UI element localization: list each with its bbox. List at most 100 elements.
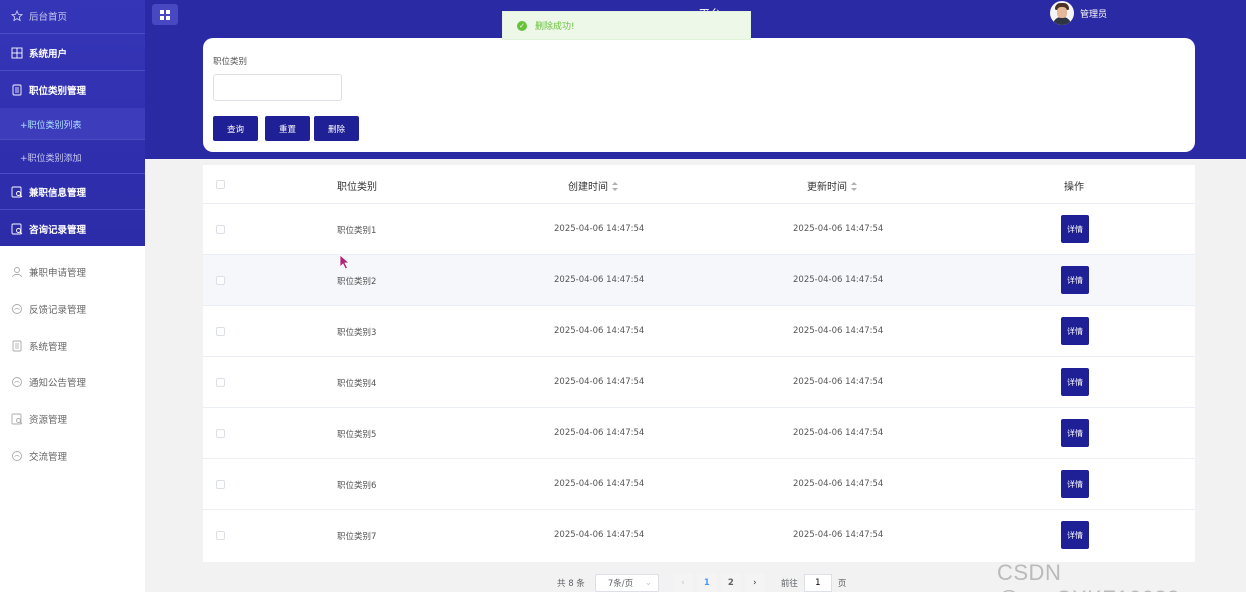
detail-button[interactable]: 详情	[1061, 368, 1089, 396]
sidebar-item-system-users[interactable]: 系统用户	[0, 34, 145, 71]
created-time: 2025-04-06 14:47:54	[554, 275, 645, 285]
user-menu[interactable]: 管理员	[1050, 1, 1107, 25]
goto-page-input[interactable]	[803, 574, 832, 592]
sidebar-item-exchange[interactable]: 交流管理	[0, 437, 145, 474]
table-row: 职位类别6 2025-04-06 14:47:54 2025-04-06 14:…	[203, 459, 1195, 510]
created-time: 2025-04-06 14:47:54	[554, 377, 645, 387]
menu-toggle-button[interactable]	[152, 4, 178, 25]
sidebar-subitem-category-list[interactable]: +职位类别列表	[0, 108, 145, 140]
table-row: 职位类别7 2025-04-06 14:47:54 2025-04-06 14:…	[203, 510, 1195, 561]
column-header-created[interactable]: 创建时间	[568, 178, 618, 193]
goto-label: 前往	[780, 579, 798, 589]
success-toast: ✓ 删除成功!	[502, 11, 751, 40]
sidebar-item-feedback[interactable]: 反馈记录管理	[0, 290, 145, 327]
row-checkbox[interactable]	[216, 327, 225, 336]
updated-time: 2025-04-06 14:47:54	[793, 479, 884, 489]
user-name: 管理员	[1080, 9, 1108, 20]
sidebar-item-label: 兼职申请管理	[29, 267, 87, 279]
updated-time: 2025-04-06 14:47:54	[793, 275, 884, 285]
sidebar-item-consult-records[interactable]: 咨询记录管理	[0, 210, 145, 247]
chat-icon	[11, 376, 23, 388]
detail-button[interactable]: 详情	[1061, 419, 1089, 447]
sidebar-subitem-category-add[interactable]: +职位类别添加	[0, 141, 145, 173]
row-checkbox[interactable]	[216, 225, 225, 234]
total-count: 共 8 条	[557, 579, 585, 589]
created-time: 2025-04-06 14:47:54	[554, 530, 645, 540]
file-search-icon	[11, 413, 23, 425]
sidebar-item-label: 咨询记录管理	[29, 224, 87, 236]
sort-icon[interactable]	[851, 182, 857, 192]
updated-time: 2025-04-06 14:47:54	[793, 377, 884, 387]
detail-button[interactable]: 详情	[1061, 470, 1089, 498]
sidebar-item-job-category[interactable]: 职位类别管理	[0, 71, 145, 108]
row-checkbox[interactable]	[216, 531, 225, 540]
divider	[0, 139, 145, 140]
row-checkbox[interactable]	[216, 378, 225, 387]
next-page-button[interactable]: ›	[744, 574, 765, 592]
detail-button[interactable]: 详情	[1061, 266, 1089, 294]
sidebar-item-label: 兼职信息管理	[29, 187, 87, 199]
sidebar-item-label: 系统用户	[29, 48, 68, 60]
table-header: 职位类别 创建时间 更新时间 操作	[203, 165, 1195, 204]
sidebar-item-home[interactable]: 后台首页	[0, 0, 145, 34]
row-checkbox[interactable]	[216, 276, 225, 285]
category-name: 职位类别2	[337, 277, 377, 287]
pagination: 共 8 条 7条/页 ⌄ ‹ 1 2 › 前往 页	[557, 574, 846, 592]
check-circle-icon: ✓	[517, 20, 527, 31]
table-row: 职位类别4 2025-04-06 14:47:54 2025-04-06 14:…	[203, 357, 1195, 408]
search-label: 职位类别	[213, 57, 248, 67]
chevron-down-icon: ⌄	[644, 578, 652, 588]
detail-button[interactable]: 详情	[1061, 215, 1089, 243]
document-icon	[11, 340, 23, 352]
reset-button[interactable]: 重置	[265, 116, 310, 141]
goto-page: 前往 页	[780, 574, 847, 592]
table-row: 职位类别5 2025-04-06 14:47:54 2025-04-06 14:…	[203, 408, 1195, 459]
sort-icon[interactable]	[612, 182, 618, 192]
sidebar-item-resources[interactable]: 资源管理	[0, 400, 145, 437]
page-number-button[interactable]: 1	[696, 574, 717, 592]
sidebar-item-label: 后台首页	[29, 11, 68, 23]
sidebar-item-system[interactable]: 系统管理	[0, 327, 145, 364]
document-icon	[11, 84, 23, 96]
chat-icon	[11, 303, 23, 315]
prev-page-button[interactable]: ‹	[672, 574, 693, 592]
sidebar-item-label: +职位类别列表	[20, 120, 82, 131]
column-label: 更新时间	[807, 182, 847, 193]
file-search-icon	[11, 186, 23, 198]
file-search-icon	[11, 223, 23, 235]
sidebar-item-parttime-info[interactable]: 兼职信息管理	[0, 173, 145, 210]
detail-button[interactable]: 详情	[1061, 521, 1089, 549]
page-size-select[interactable]: 7条/页 ⌄	[594, 574, 659, 592]
category-name: 职位类别1	[337, 226, 377, 236]
column-header-actions: 操作	[1064, 182, 1084, 193]
category-name: 职位类别6	[337, 481, 377, 491]
page-number-button[interactable]: 2	[720, 574, 741, 592]
select-all-checkbox[interactable]	[216, 180, 225, 189]
category-name: 职位类别5	[337, 430, 377, 440]
row-checkbox[interactable]	[216, 480, 225, 489]
sidebar-item-label: 系统管理	[29, 341, 68, 353]
created-time: 2025-04-06 14:47:54	[554, 326, 645, 336]
watermark: CSDN @vx_CXKF10088	[997, 560, 1179, 592]
job-category-search-input[interactable]	[213, 74, 342, 101]
delete-button[interactable]: 删除	[314, 116, 359, 141]
mouse-cursor-icon	[339, 254, 351, 270]
sidebar-item-label: 资源管理	[29, 414, 68, 426]
search-panel: 职位类别 查询 重置 删除	[203, 38, 1195, 152]
page-suffix: 页	[837, 579, 847, 589]
query-button[interactable]: 查询	[213, 116, 258, 141]
sidebar-item-applications[interactable]: 兼职申请管理	[0, 253, 145, 290]
sidebar-item-notices[interactable]: 通知公告管理	[0, 363, 145, 400]
updated-time: 2025-04-06 14:47:54	[793, 530, 884, 540]
star-icon	[11, 9, 23, 22]
updated-time: 2025-04-06 14:47:54	[793, 224, 884, 234]
created-time: 2025-04-06 14:47:54	[554, 224, 645, 234]
page-size-value: 7条/页	[607, 579, 634, 589]
column-header-updated[interactable]: 更新时间	[807, 178, 857, 193]
category-name: 职位类别3	[337, 328, 377, 338]
row-checkbox[interactable]	[216, 429, 225, 438]
detail-button[interactable]: 详情	[1061, 317, 1089, 345]
updated-time: 2025-04-06 14:47:54	[793, 326, 884, 336]
grid-icon	[11, 47, 23, 59]
sidebar: 后台首页 系统用户 职位类别管理 +职位类别列表 +职位类别添加 兼职信息管理 …	[0, 0, 145, 592]
